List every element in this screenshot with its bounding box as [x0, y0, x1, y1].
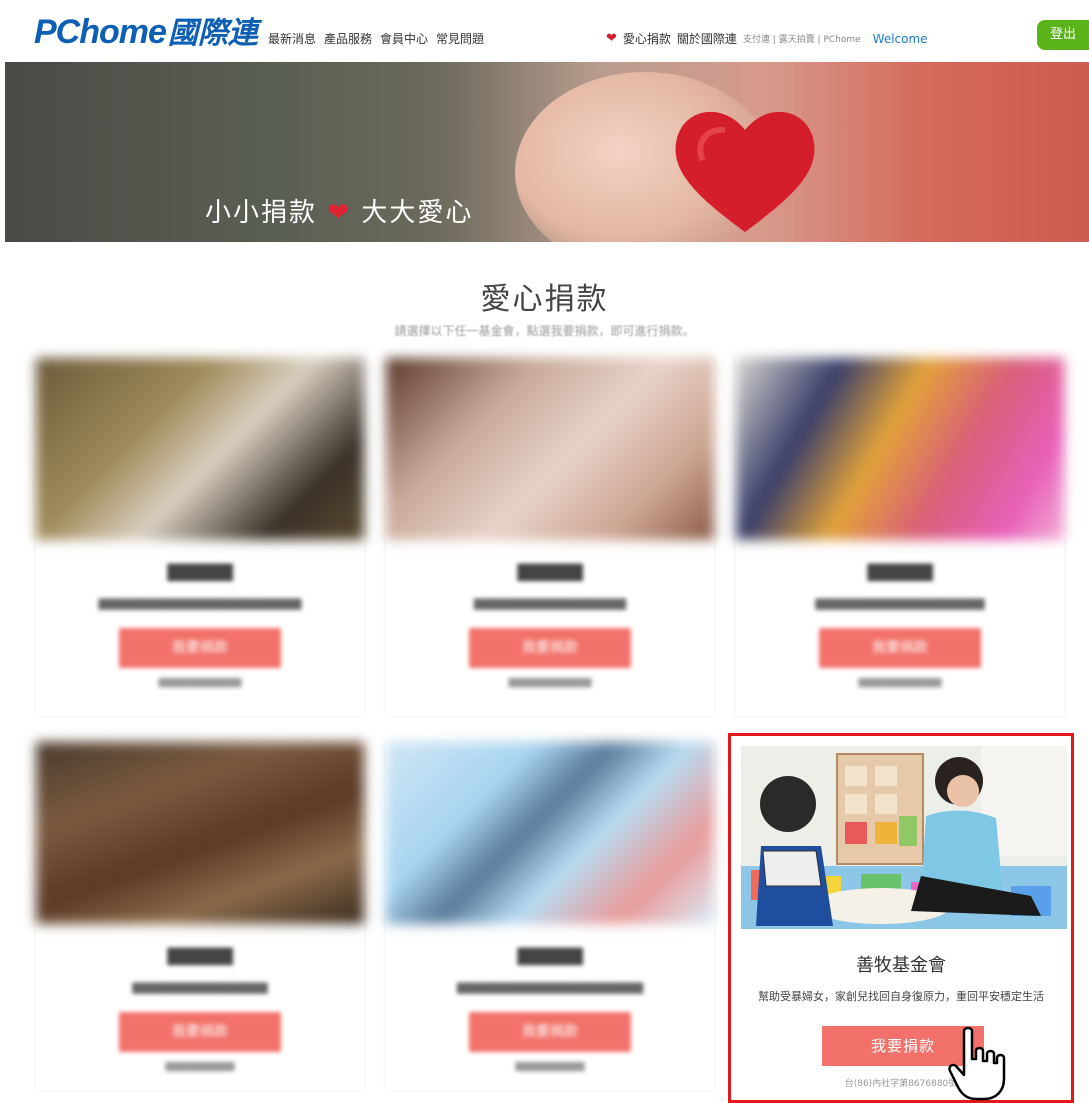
nav-about-link[interactable]: 關於國際連 [677, 30, 737, 47]
logo-text: PChome [34, 13, 167, 51]
logo-cn-text: 國際連 [167, 16, 258, 51]
hero-banner: 小小捐款 ❤ 大大愛心 [5, 62, 1089, 242]
featured-charity-footnote: 台(86)內社字第8676880號 [844, 1079, 958, 1089]
charity-footnote: ▇▇▇▇▇▇▇▇▇▇▇▇ [858, 678, 942, 688]
charity-footnote: ▇▇▇▇▇▇▇▇▇▇▇▇ [508, 678, 592, 688]
heart-icon: ❤ [606, 31, 617, 46]
pchome-logo[interactable]: PChome 國際連 [34, 8, 258, 51]
charity-title: ▇▇▇▇▇ [517, 946, 583, 966]
charity-card: ▇▇▇▇▇ ▇▇▇▇▇▇▇▇▇▇▇▇▇▇▇▇▇▇▇▇▇▇▇▇ 我要捐款 ▇▇▇▇… [36, 358, 364, 716]
featured-charity-card: 善牧基金會 幫助受暴婦女，家創兒找回自身復原力，重回平安穩定生活 我要捐款 台(… [728, 733, 1074, 1103]
section-title: 愛心捐款 [480, 282, 609, 317]
right-nav: ❤ 愛心捐款 關於國際連 支付連 | 露天拍賣 | PChome Welcome [606, 30, 928, 47]
nav-donate-link[interactable]: 愛心捐款 [623, 30, 671, 47]
charity-title: ▇▇▇▇▇ [867, 562, 933, 582]
charity-footnote: ▇▇▇▇▇▇▇▇▇▇▇▇ [158, 678, 242, 688]
charity-footnote: ▇▇▇▇▇▇▇▇▇▇ [515, 1062, 585, 1072]
donate-button[interactable]: 我要捐款 [119, 628, 281, 668]
logout-button[interactable]: 登出 [1037, 20, 1089, 50]
nav-item-news[interactable]: 最新消息 [268, 30, 316, 47]
donate-button[interactable]: 我要捐款 [119, 1012, 281, 1052]
charity-card: ▇▇▇▇▇ ▇▇▇▇▇▇▇▇▇▇▇▇▇▇▇▇▇▇▇▇ 我要捐款 ▇▇▇▇▇▇▇▇… [736, 358, 1064, 716]
partner-links[interactable]: 支付連 | 露天拍賣 | PChome [743, 32, 861, 45]
charity-title: ▇▇▇▇▇ [167, 562, 233, 582]
welcome-text: Welcome [872, 31, 928, 46]
charity-card: ▇▇▇▇▇ ▇▇▇▇▇▇▇▇▇▇▇▇▇▇▇▇ 我要捐款 ▇▇▇▇▇▇▇▇▇▇ [36, 742, 364, 1090]
charity-description: ▇▇▇▇▇▇▇▇▇▇▇▇▇▇▇▇▇▇▇▇▇▇ [456, 981, 644, 994]
charity-image [386, 358, 714, 540]
charity-card: ▇▇▇▇▇ ▇▇▇▇▇▇▇▇▇▇▇▇▇▇▇▇▇▇ 我要捐款 ▇▇▇▇▇▇▇▇▇▇… [386, 358, 714, 716]
nav-item-products[interactable]: 產品服務 [324, 30, 372, 47]
charity-footnote: ▇▇▇▇▇▇▇▇▇▇ [165, 1062, 235, 1072]
knitted-heart-image [675, 111, 815, 232]
charity-card: ▇▇▇▇▇ ▇▇▇▇▇▇▇▇▇▇▇▇▇▇▇▇▇▇▇▇▇▇ 我要捐款 ▇▇▇▇▇▇… [386, 742, 714, 1090]
charity-image [36, 358, 364, 540]
charity-image [741, 746, 1067, 929]
charity-title: ▇▇▇▇▇ [517, 562, 583, 582]
nav-item-member[interactable]: 會員中心 [380, 30, 428, 47]
hand-pointer-icon [948, 1026, 1006, 1101]
charity-image [36, 742, 364, 924]
top-header: PChome 國際連 最新消息 產品服務 會員中心 常見問題 ❤ 愛心捐款 關於… [0, 0, 1089, 62]
charity-description: ▇▇▇▇▇▇▇▇▇▇▇▇▇▇▇▇ [132, 981, 268, 994]
charity-image [736, 358, 1064, 540]
section-subtitle: 請選擇以下任一基金會，點選我要捐款，即可進行捐款。 [394, 324, 695, 338]
donate-button[interactable]: 我要捐款 [469, 628, 631, 668]
nav-item-faq[interactable]: 常見問題 [436, 30, 484, 47]
slogan-right: 大大愛心 [361, 198, 474, 228]
featured-charity-title: 善牧基金會 [856, 955, 946, 976]
slogan-heart-icon: ❤ [327, 198, 352, 228]
slogan-left: 小小捐款 [205, 198, 318, 228]
charity-description: ▇▇▇▇▇▇▇▇▇▇▇▇▇▇▇▇▇▇ [473, 597, 627, 610]
charity-title: ▇▇▇▇▇ [167, 946, 233, 966]
charity-description: ▇▇▇▇▇▇▇▇▇▇▇▇▇▇▇▇▇▇▇▇ [815, 597, 985, 610]
charity-description: ▇▇▇▇▇▇▇▇▇▇▇▇▇▇▇▇▇▇▇▇▇▇▇▇ [98, 597, 302, 610]
main-nav: 最新消息 產品服務 會員中心 常見問題 [268, 30, 484, 47]
featured-charity-description: 幫助受暴婦女，家創兒找回自身復原力，重回平安穩定生活 [758, 990, 1044, 1003]
charity-image [386, 742, 714, 924]
donate-button[interactable]: 我要捐款 [469, 1012, 631, 1052]
banner-slogan: 小小捐款 ❤ 大大愛心 [205, 192, 473, 229]
donate-button[interactable]: 我要捐款 [819, 628, 981, 668]
